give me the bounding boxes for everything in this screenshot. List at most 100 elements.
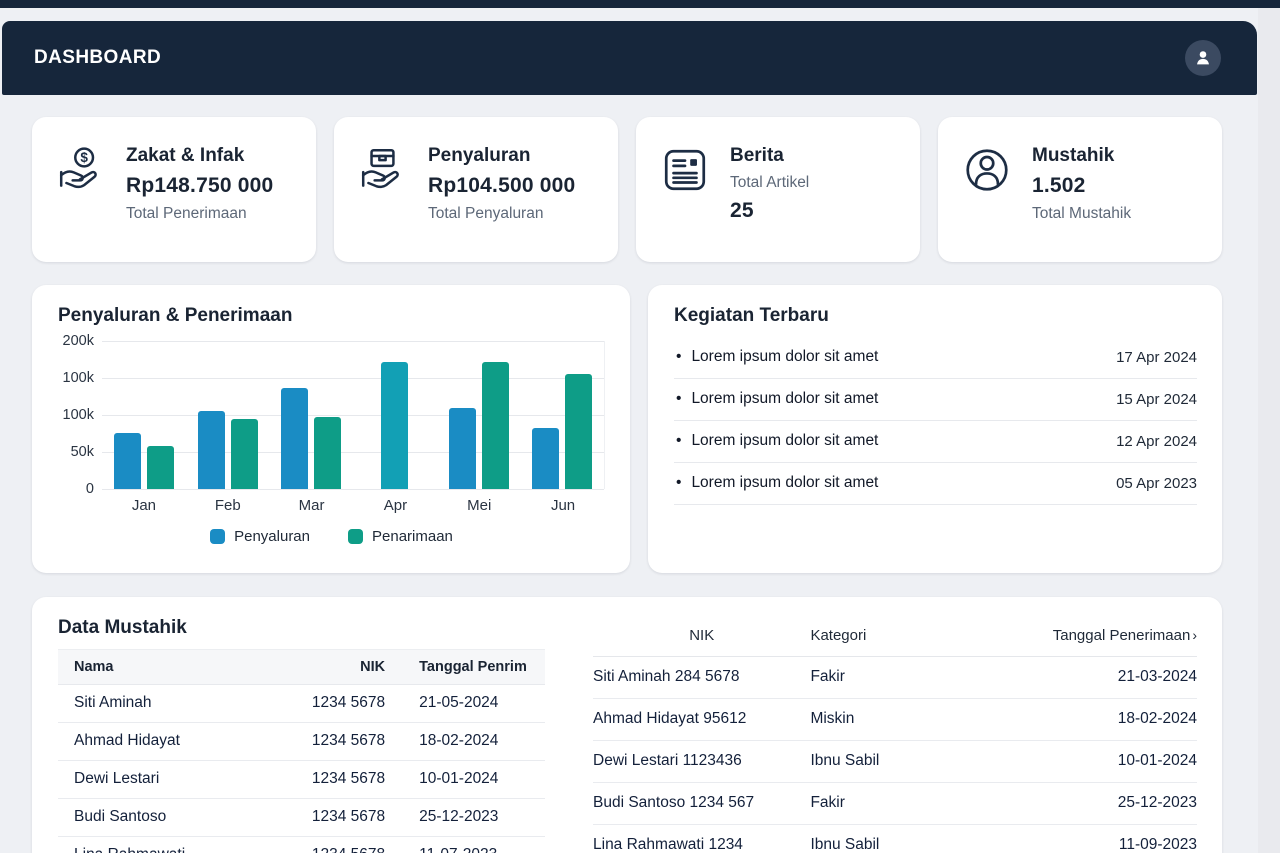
cell-tanggal: 10-01-2024 xyxy=(389,761,545,799)
table-header-row: Nama NIK Tanggal Penrim xyxy=(58,650,545,685)
stat-subtitle: Total Penerimaan xyxy=(126,205,273,223)
chevron-right-icon: › xyxy=(1192,627,1197,643)
svg-text:$: $ xyxy=(80,150,88,165)
data-mustahik-card: Data Mustahik Nama NIK Tanggal Penrim Si… xyxy=(32,597,1222,853)
x-tick-label: Mar xyxy=(270,497,354,514)
bar-penyaluran-mar[interactable] xyxy=(281,388,308,489)
bar-penyaluran-jun[interactable] xyxy=(532,428,559,489)
table-row[interactable]: Ahmad Hidayat 1234 5678 18-02-2024 xyxy=(58,723,545,761)
table-row[interactable]: Dewi Lestari 1234 5678 10-01-2024 xyxy=(58,761,545,799)
cell-nama: Lina Rahmawati xyxy=(58,837,263,853)
x-tick-label: Jan xyxy=(102,497,186,514)
cell-tanggal: 11-07-2023 xyxy=(389,837,545,853)
stat-card-berita[interactable]: Berita 25 Total Artikel xyxy=(636,117,920,262)
stat-title: Zakat & Infak xyxy=(126,145,273,167)
col-header-nik[interactable]: NIK xyxy=(593,619,810,657)
legend-label: Penarimaan xyxy=(372,528,453,545)
cell-nama: Dewi Lestari xyxy=(58,761,263,799)
table-row[interactable]: Siti Aminah 284 5678 Fakir 21-03-2024 xyxy=(593,657,1197,699)
col-header-tanggal[interactable]: Tanggal Penrim xyxy=(389,650,545,685)
x-tick-label: Apr xyxy=(353,497,437,514)
bar-apr[interactable] xyxy=(381,362,408,489)
cell-nama: Siti Aminah xyxy=(58,685,263,723)
stat-subtitle: Total Mustahik xyxy=(1032,205,1131,223)
col-header-kategori[interactable]: Kategori xyxy=(810,619,1015,657)
bar-chart: 200k100k100k50k0 xyxy=(58,341,605,489)
activity-item[interactable]: •Lorem ipsum dolor sit amet 15 Apr 2024 xyxy=(674,379,1197,421)
table-row[interactable]: Lina Rahmawati 1234 5678 11-07-2023 xyxy=(58,837,545,853)
legend-item-penyaluran[interactable]: Penyaluran xyxy=(210,528,310,545)
scroll-gutter[interactable] xyxy=(1258,8,1280,853)
bullet-icon: • xyxy=(676,474,681,491)
legend-item-penarimaan[interactable]: Penarimaan xyxy=(348,528,453,545)
activity-date: 05 Apr 2023 xyxy=(1116,475,1197,492)
activity-date: 17 Apr 2024 xyxy=(1116,349,1197,366)
activity-text: •Lorem ipsum dolor sit amet xyxy=(676,348,878,366)
bar-penarimaan-jun[interactable] xyxy=(565,374,592,489)
stat-subtitle: Total Penyaluran xyxy=(428,205,575,223)
chart-title: Penyaluran & Penerimaan xyxy=(58,305,605,327)
cell-tanggal: 25-12-2023 xyxy=(1016,783,1197,825)
newspaper-icon xyxy=(660,137,710,262)
table-row[interactable]: Budi Santoso 1234 567 Fakir 25-12-2023 xyxy=(593,783,1197,825)
legend-swatch-icon xyxy=(210,529,225,544)
hand-coin-icon: $ xyxy=(56,137,106,262)
user-avatar-button[interactable] xyxy=(1185,40,1221,76)
hand-box-icon xyxy=(358,137,408,262)
stat-title: Berita xyxy=(730,145,809,167)
bar-group-jun xyxy=(520,374,604,489)
stat-title: Penyaluran xyxy=(428,145,575,167)
cell-nama-nik: Siti Aminah 284 5678 xyxy=(593,657,810,699)
y-tick-label: 100k xyxy=(63,370,94,386)
bar-group-mei xyxy=(437,362,521,489)
cell-tanggal: 10-01-2024 xyxy=(1016,741,1197,783)
stat-value: 1.502 xyxy=(1032,174,1131,198)
table-row[interactable]: Ahmad Hidayat 95612 Miskin 18-02-2024 xyxy=(593,699,1197,741)
bar-penarimaan-jan[interactable] xyxy=(147,446,174,489)
activity-text: •Lorem ipsum dolor sit amet xyxy=(676,390,878,408)
x-tick-label: Jun xyxy=(521,497,605,514)
activity-item[interactable]: •Lorem ipsum dolor sit amet 05 Apr 2023 xyxy=(674,463,1197,505)
cell-kategori: Ibnu Sabil xyxy=(810,741,1015,783)
stat-title: Mustahik xyxy=(1032,145,1131,167)
bar-penarimaan-mar[interactable] xyxy=(314,417,341,489)
table-row[interactable]: Dewi Lestari 1123436 Ibnu Sabil 10-01-20… xyxy=(593,741,1197,783)
bar-group-feb xyxy=(186,411,270,489)
cell-nama-nik: Budi Santoso 1234 567 xyxy=(593,783,810,825)
cell-tanggal: 21-03-2024 xyxy=(1016,657,1197,699)
table-row[interactable]: Budi Santoso 1234 5678 25-12-2023 xyxy=(58,799,545,837)
stat-card-zakat[interactable]: $ Zakat & Infak Rp148.750 000 Total Pene… xyxy=(32,117,316,262)
x-tick-label: Mei xyxy=(437,497,521,514)
stat-card-mustahik[interactable]: Mustahik 1.502 Total Mustahik xyxy=(938,117,1222,262)
bar-penarimaan-feb[interactable] xyxy=(231,419,258,489)
table-header-row: NIK Kategori Tanggal Penerimaan› xyxy=(593,619,1197,657)
cell-tanggal: 21-05-2024 xyxy=(389,685,545,723)
table-row[interactable]: Lina Rahmawati 1234 Ibnu Sabil 11-09-202… xyxy=(593,825,1197,853)
stat-card-penyaluran[interactable]: Penyaluran Rp104.500 000 Total Penyalura… xyxy=(334,117,618,262)
page-title: DASHBOARD xyxy=(34,47,161,69)
activity-item[interactable]: •Lorem ipsum dolor sit amet 12 Apr 2024 xyxy=(674,421,1197,463)
cell-nik: 1234 5678 xyxy=(263,799,390,837)
col-header-tanggal-penerimaan[interactable]: Tanggal Penerimaan› xyxy=(1016,619,1197,657)
col-header-nik[interactable]: NIK xyxy=(263,650,390,685)
chart-plot-area xyxy=(102,341,605,489)
chart-card: Penyaluran & Penerimaan 200k100k100k50k0… xyxy=(32,285,630,573)
col-header-nama[interactable]: Nama xyxy=(58,650,263,685)
gridline xyxy=(102,489,604,490)
penerimaan-table: NIK Kategori Tanggal Penerimaan› Siti Am… xyxy=(593,619,1197,853)
bar-penarimaan-mei[interactable] xyxy=(482,362,509,489)
gridline xyxy=(102,341,604,342)
bar-penyaluran-mei[interactable] xyxy=(449,408,476,489)
bar-penyaluran-feb[interactable] xyxy=(198,411,225,489)
bar-group-jan xyxy=(102,433,186,489)
x-tick-label: Feb xyxy=(186,497,270,514)
stat-cards-row: $ Zakat & Infak Rp148.750 000 Total Pene… xyxy=(32,117,1222,262)
cell-nik: 1234 5678 xyxy=(263,685,390,723)
table-row[interactable]: Siti Aminah 1234 5678 21-05-2024 xyxy=(58,685,545,723)
mustahik-table: Nama NIK Tanggal Penrim Siti Aminah 1234… xyxy=(58,649,545,853)
bar-penyaluran-jan[interactable] xyxy=(114,433,141,489)
bar-group-apr xyxy=(353,362,437,489)
activity-date: 12 Apr 2024 xyxy=(1116,433,1197,450)
activity-item[interactable]: •Lorem ipsum dolor sit amet 17 Apr 2024 xyxy=(674,337,1197,379)
cell-tanggal: 11-09-2023 xyxy=(1016,825,1197,853)
